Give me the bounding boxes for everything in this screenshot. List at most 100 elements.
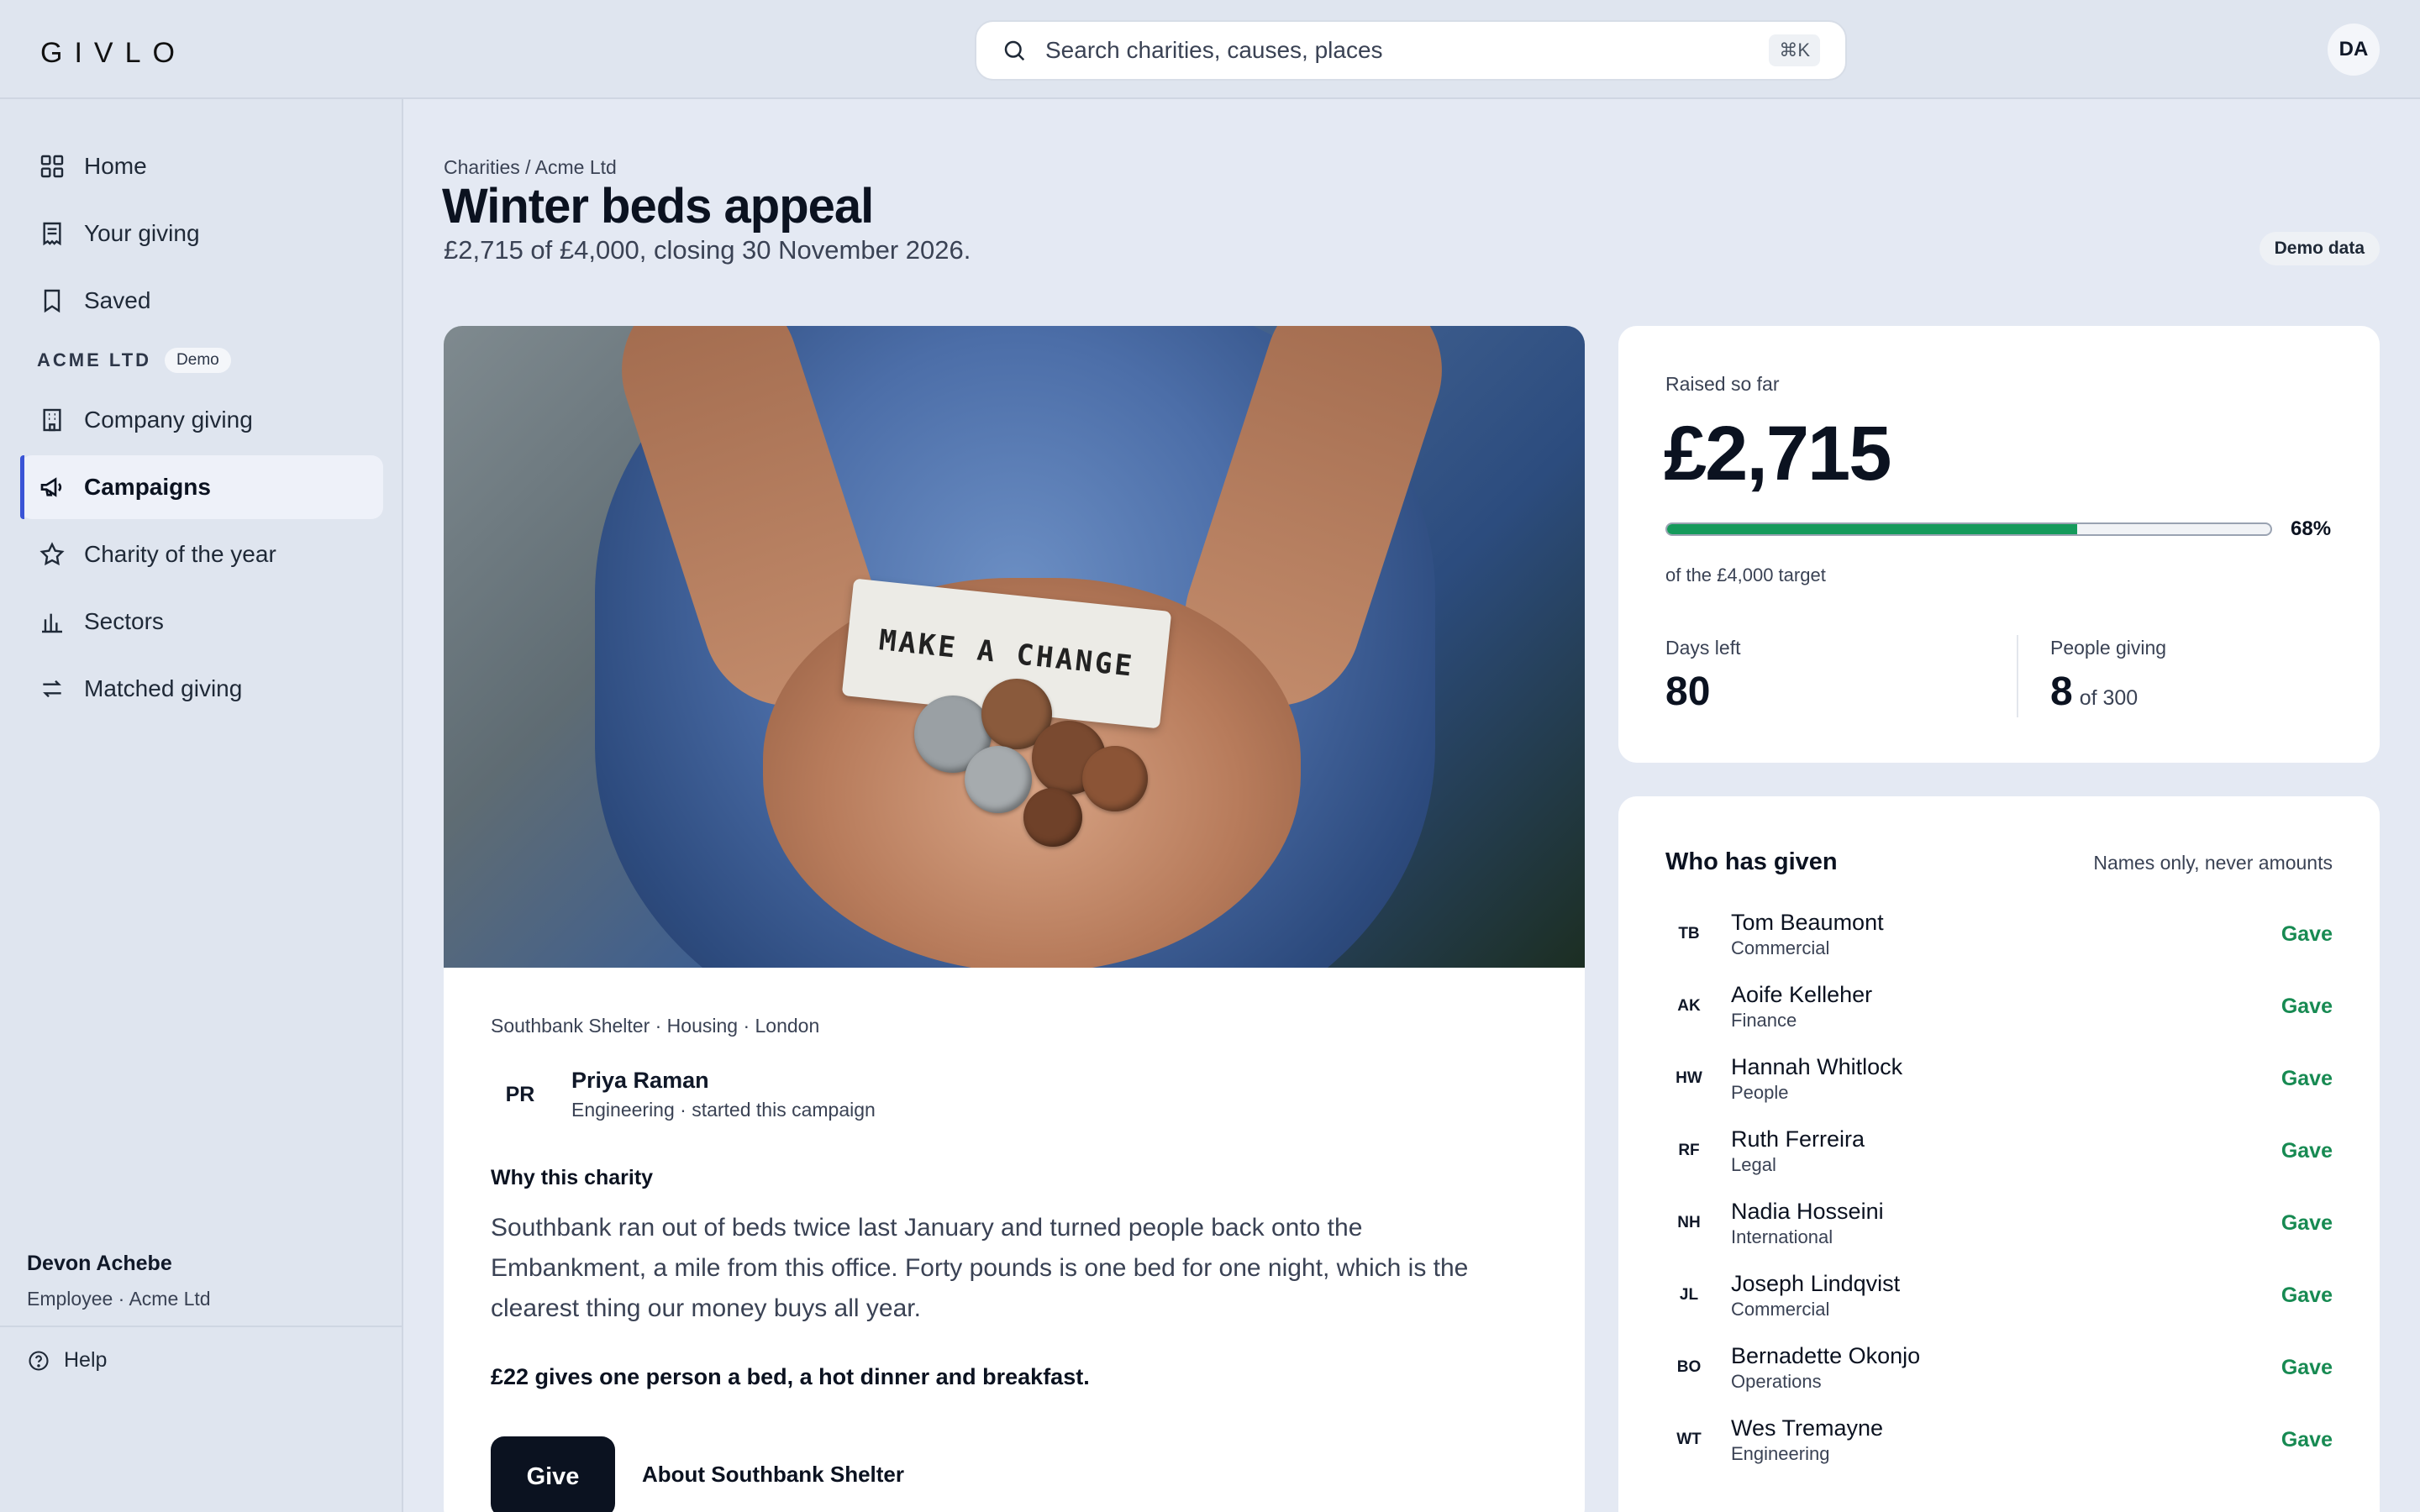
donor-info: Ruth Ferreira Legal <box>1731 1126 1865 1176</box>
sidebar-item-company-giving[interactable]: Company giving <box>20 388 383 452</box>
search-shortcut-hint: ⌘K <box>1769 34 1820 66</box>
donor-row: AK Aoife Kelleher Finance Gave <box>1665 973 2333 1040</box>
donor-name: Tom Beaumont <box>1731 909 1884 935</box>
people-giving-total: of 300 <box>2079 686 2139 710</box>
breadcrumb[interactable]: Charities / Acme Ltd <box>444 156 617 179</box>
demo-badge: Demo <box>165 348 231 373</box>
donor-status: Gave <box>2281 1138 2333 1163</box>
donor-info: Tom Beaumont Commercial <box>1731 910 1884 959</box>
sidebar-item-your-giving[interactable]: Your giving <box>20 202 383 265</box>
current-user-role: Employee · Acme Ltd <box>27 1288 211 1310</box>
donor-status: Gave <box>2281 1066 2333 1090</box>
campaign-organiser: PR Priya Raman Engineering · started thi… <box>491 1065 876 1124</box>
building-icon <box>43 408 61 432</box>
hero-note-text: MAKE A CHANGE <box>877 623 1136 684</box>
donor-info: Nadia Hosseini International <box>1731 1199 1884 1248</box>
target-text: of the £4,000 target <box>1665 564 1826 585</box>
user-avatar[interactable]: DA <box>2328 24 2380 76</box>
donor-row: WT Wes Tremayne Engineering Gave <box>1665 1406 2333 1473</box>
donor-status: Gave <box>2281 921 2333 946</box>
stat-divider <box>2017 635 2018 717</box>
donor-info: Joseph Lindqvist Commercial <box>1731 1271 1900 1320</box>
organiser-name: Priya Raman <box>571 1068 709 1093</box>
givlo-logo[interactable]: GIVLO <box>40 37 187 70</box>
donor-info: Wes Tremayne Engineering <box>1731 1415 1883 1465</box>
receipt-icon <box>43 222 61 246</box>
avatar: AK <box>1665 983 1712 1030</box>
donor-name: Joseph Lindqvist <box>1731 1270 1901 1296</box>
bar-chart-icon <box>42 613 62 633</box>
avatar: NH <box>1665 1200 1712 1247</box>
raised-summary-card: Raised so far £2,715 68% of the £4,000 t… <box>1618 326 2380 763</box>
sidebar-item-label: Sectors <box>84 608 164 634</box>
donors-note: Names only, never amounts <box>2093 852 2333 874</box>
donor-row: RF Ruth Ferreira Legal Gave <box>1665 1117 2333 1184</box>
sidebar-item-matched-giving[interactable]: Matched giving <box>20 657 383 721</box>
sidebar-item-label: Your giving <box>84 220 200 246</box>
sidebar-divider <box>0 1326 402 1327</box>
avatar: JL <box>1665 1272 1712 1319</box>
help-icon <box>29 1350 49 1371</box>
bookmark-icon <box>44 289 60 313</box>
sidebar-item-campaigns[interactable]: Campaigns <box>20 455 383 519</box>
sidebar-item-label: Saved <box>84 287 151 313</box>
donor-status: Gave <box>2281 1283 2333 1307</box>
days-left-value: 80 <box>1665 669 1711 714</box>
donor-department: Commercial <box>1731 1298 1830 1320</box>
donor-department: International <box>1731 1226 1833 1247</box>
search-bar[interactable]: Search charities, causes, places ⌘K <box>975 20 1847 81</box>
days-left-label: Days left <box>1665 637 1741 659</box>
give-button[interactable]: Give <box>491 1436 615 1512</box>
donor-row: HW Hannah Whitlock People Gave <box>1665 1045 2333 1112</box>
organiser-subtitle: Engineering · started this campaign <box>571 1099 876 1121</box>
coin <box>1082 746 1148 811</box>
campaign-tagline: Southbank Shelter · Housing · London <box>491 1015 820 1037</box>
progress-fill <box>1667 524 2078 534</box>
people-giving-value: 8 of 300 <box>2050 669 2138 715</box>
current-user-name: Devon Achebe <box>27 1252 172 1275</box>
page-title: Winter beds appeal <box>442 179 874 234</box>
donor-name: Nadia Hosseini <box>1731 1198 1884 1224</box>
donor-info: Hannah Whitlock People <box>1731 1054 1902 1104</box>
help-link[interactable]: Help <box>27 1348 107 1373</box>
donor-row: NH Nadia Hosseini International Gave <box>1665 1189 2333 1257</box>
why-this-charity-text: Southbank ran out of beds twice last Jan… <box>491 1214 1469 1322</box>
search-icon <box>1004 40 1025 61</box>
sidebar-item-charity-of-the-year[interactable]: Charity of the year <box>20 522 383 586</box>
donor-info: Aoife Kelleher Finance <box>1731 982 1872 1032</box>
sidebar-item-label: Company giving <box>84 407 253 433</box>
about-charity-link[interactable]: About Southbank Shelter <box>642 1462 904 1488</box>
page-subtitle: £2,715 of £4,000, closing 30 November 20… <box>444 235 971 265</box>
progress-bar <box>1665 522 2272 536</box>
sidebar-item-label: Matched giving <box>84 675 243 701</box>
people-giving-label: People giving <box>2050 637 2167 659</box>
campaign-hero-image: MAKE A CHANGE <box>444 326 1585 968</box>
donor-name: Hannah Whitlock <box>1731 1053 1903 1079</box>
sidebar-item-home[interactable]: Home <box>20 134 383 198</box>
coin <box>1023 788 1082 847</box>
search-input[interactable]: Search charities, causes, places <box>1045 37 1769 64</box>
people-giving-count: 8 <box>2050 669 2073 714</box>
org-name: ACME LTD <box>37 349 152 370</box>
donor-department: People <box>1731 1081 1789 1103</box>
raised-label: Raised so far <box>1665 373 1780 395</box>
donor-status: Gave <box>2281 1427 2333 1452</box>
why-this-charity-heading: Why this charity <box>491 1166 654 1189</box>
arrows-icon <box>43 680 61 698</box>
donor-name: Ruth Ferreira <box>1731 1126 1865 1152</box>
donor-row: TB Tom Beaumont Commercial Gave <box>1665 900 2333 968</box>
donors-card: Who has given Names only, never amounts … <box>1618 796 2380 1512</box>
demo-data-chip: Demo data <box>2259 232 2380 265</box>
avatar: BO <box>1665 1344 1712 1391</box>
avatar: RF <box>1665 1127 1712 1174</box>
avatar: WT <box>1665 1416 1712 1463</box>
donor-row: JL Joseph Lindqvist Commercial Gave <box>1665 1262 2333 1329</box>
donor-department: Legal <box>1731 1153 1776 1175</box>
top-bar: GIVLO Search charities, causes, places ⌘… <box>0 0 2420 99</box>
sidebar-item-saved[interactable]: Saved <box>20 269 383 333</box>
donor-status: Gave <box>2281 994 2333 1018</box>
donor-status: Gave <box>2281 1355 2333 1379</box>
grid-icon <box>40 155 64 178</box>
donor-info: Bernadette Okonjo Operations <box>1731 1343 1920 1393</box>
sidebar-item-sectors[interactable]: Sectors <box>20 590 383 654</box>
